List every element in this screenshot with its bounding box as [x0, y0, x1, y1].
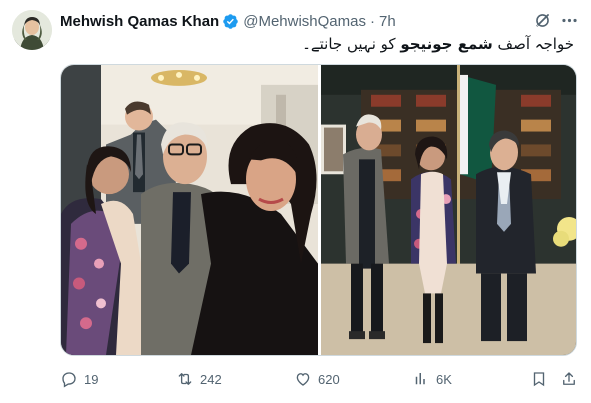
tweet-header: Mehwish Qamas Khan @MehwishQamas · 7h	[60, 11, 396, 31]
share-icon	[563, 372, 575, 385]
views-button[interactable]: 6K	[412, 368, 452, 390]
repost-button[interactable]: 242	[176, 368, 222, 390]
like-count: 620	[318, 371, 340, 387]
author-name[interactable]: Mehwish Qamas Khan	[60, 13, 219, 30]
repost-icon	[178, 373, 192, 385]
share-button[interactable]	[560, 368, 578, 390]
tweet-text-end: کو نہیں جانتے۔	[302, 35, 401, 53]
bookmark-icon	[533, 372, 545, 387]
reply-count: 19	[84, 371, 99, 387]
tweet-text: خواجہ آصف شمع جونیجو کو نہیں جانتے۔	[302, 35, 574, 53]
action-bar: 19 242 620 6K	[60, 368, 580, 390]
separator-dot: ·	[369, 12, 375, 30]
verified-badge-icon	[223, 13, 238, 29]
reply-icon	[62, 372, 76, 388]
photo-left[interactable]	[61, 65, 318, 355]
tweet[interactable]: Mehwish Qamas Khan @MehwishQamas · 7h خو…	[0, 0, 591, 403]
avatar[interactable]	[12, 10, 52, 50]
like-button[interactable]: 620	[294, 368, 340, 390]
more-icon[interactable]	[560, 11, 579, 30]
tweet-text-bold: شمع جونیجو	[400, 35, 493, 53]
tweet-text-start: خواجہ آصف	[492, 35, 574, 53]
photo-right[interactable]	[321, 65, 576, 355]
author-handle[interactable]: @MehwishQamas	[243, 13, 366, 30]
repost-count: 242	[200, 371, 222, 387]
views-icon	[415, 373, 425, 385]
bookmark-button[interactable]	[530, 368, 548, 390]
reply-button[interactable]: 19	[60, 368, 98, 390]
media-grid	[60, 64, 577, 356]
views-count: 6K	[436, 371, 452, 387]
timestamp[interactable]: 7h	[379, 13, 396, 30]
grok-icon[interactable]	[533, 11, 552, 30]
heart-icon	[296, 373, 310, 386]
